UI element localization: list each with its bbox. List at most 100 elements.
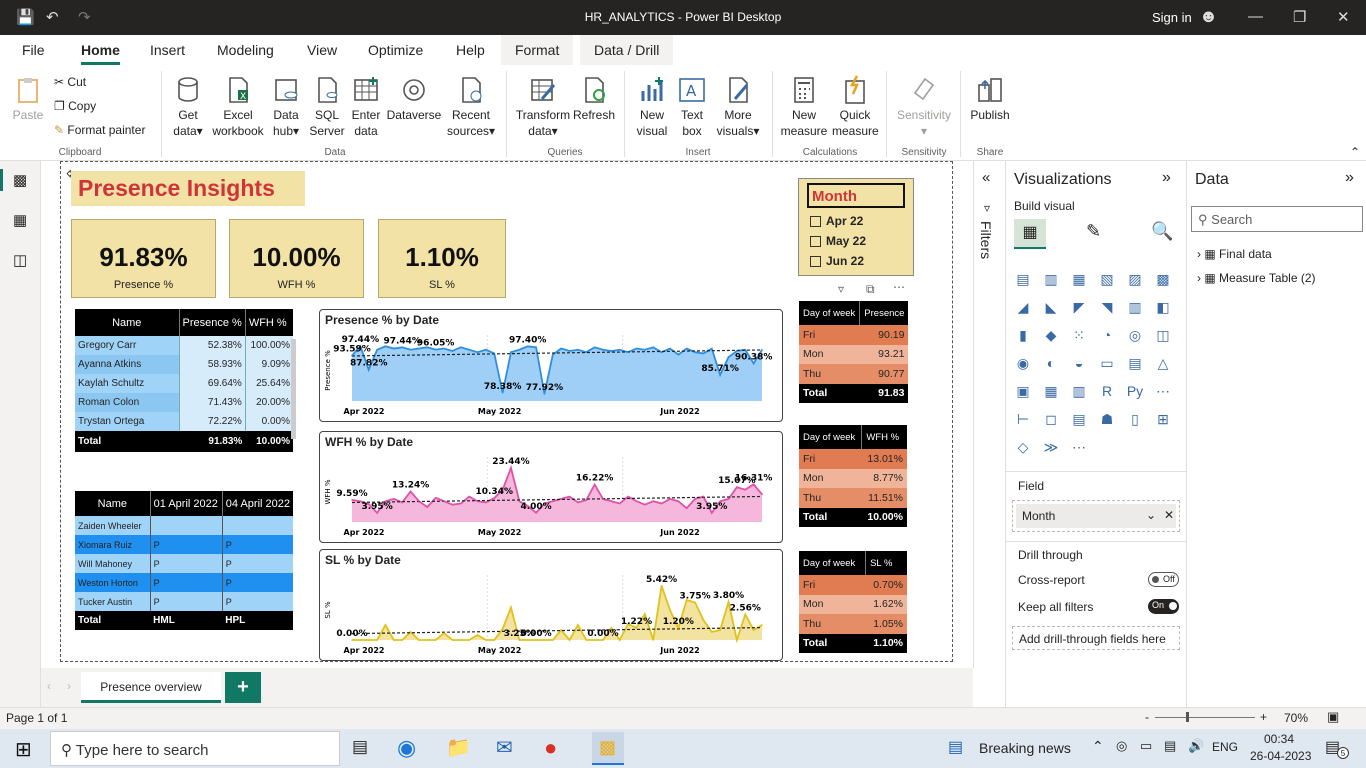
visual-type-icon[interactable]: Py [1126,383,1144,399]
recent-sources-button[interactable]: Recent sources▾ [444,75,498,139]
visual-type-icon[interactable]: ◎ [1126,327,1144,343]
slicer-item-may[interactable]: May 22 [810,234,866,248]
table-row[interactable]: Thu 1.05% [799,614,907,634]
filter-icon[interactable]: ▿ [838,282,844,296]
table-row[interactable]: Trystan Ortega 72.22% 0.00% [75,412,293,431]
news-label[interactable]: Breaking news [979,740,1071,756]
analytics-tab-icon[interactable]: 🔍 [1151,221,1173,242]
visual-type-icon[interactable]: ◆ [1042,327,1060,343]
table-row[interactable]: Fri 0.70% [799,575,907,595]
table-row[interactable]: Xiomara Ruiz P P [75,535,293,554]
prev-page-icon[interactable]: ‹ [47,679,51,693]
visual-type-icon[interactable]: ≫ [1042,439,1060,455]
visual-type-icon[interactable]: ▭ [1098,355,1116,371]
build-visual-tab-icon[interactable]: ▦ [1014,219,1046,249]
table-row[interactable]: Thu 11.51% [799,488,907,508]
keep-filters-toggle[interactable]: On [1148,599,1179,614]
visual-type-icon[interactable]: ◉ [1014,355,1032,371]
visual-type-icon[interactable]: ▦ [1042,383,1060,399]
visual-type-icon[interactable]: ▯ [1126,411,1144,427]
restore-icon[interactable]: ❐ [1293,8,1306,26]
menu-help[interactable]: Help [456,42,485,58]
table-row[interactable]: Ayanna Atkins 58.93% 9.09% [75,355,293,374]
transform-data-button[interactable]: Transform data▾ [514,75,572,139]
col-header[interactable]: WFH % [861,425,907,449]
visual-type-icon[interactable]: ☗ [1098,411,1116,427]
zoom-in-icon[interactable]: + [1260,710,1267,724]
visual-type-icon[interactable]: ▥ [1126,299,1144,315]
visual-type-icon[interactable]: ◧ [1154,299,1172,315]
visual-type-icon[interactable]: ◔ [1098,327,1116,343]
visual-type-icon[interactable]: ▧ [1098,271,1116,287]
expand-filters-icon[interactable]: « [982,169,990,186]
zoom-slider[interactable] [1155,717,1255,718]
volume-icon[interactable]: 🔊 [1188,738,1204,754]
employee-table[interactable]: Name Presence % WFH % Gregory Carr 52.38%… [75,309,297,459]
more-visuals-button[interactable]: More visuals▾ [712,75,764,139]
data-item-measure-table[interactable]: › ▦ Measure Table (2) [1197,271,1316,285]
menu-file[interactable]: File [22,42,45,58]
news-icon[interactable]: ▤ [948,737,963,757]
wfh-dow-table[interactable]: Day of week WFH % Fri 13.01% Mon 8.77% Thu 11.5… [799,425,911,527]
tray-chevron-icon[interactable]: ⌃ [1092,738,1104,755]
new-visual-button[interactable]: New visual [632,75,672,139]
collapse-ribbon-icon[interactable]: ⌃ [1350,145,1360,159]
menu-home[interactable]: Home [81,42,120,65]
quick-measure-button[interactable]: Quick measure [832,75,879,139]
visual-type-icon[interactable]: ◤ [1070,299,1088,315]
visual-type-icon[interactable]: ⊢ [1014,411,1032,427]
field-chip[interactable]: Month ⌄ ✕ [1016,504,1176,528]
copy-button[interactable]: ❐ Copy [54,99,96,113]
text-box-button[interactable]: A Text box [674,75,710,139]
presence-dow-table[interactable]: Day of week Presence Fri 90.19 Mon 93.21 Thu 90… [799,301,911,403]
col-header[interactable]: Name [75,309,179,336]
minimize-icon[interactable]: — [1248,8,1263,25]
month-slicer[interactable]: Month Apr 22 May 22 Jun 22 [798,178,914,276]
visual-type-icon[interactable]: ▦ [1070,271,1088,287]
powerbi-taskbar-button[interactable]: ▩ [592,732,624,765]
chrome-icon[interactable]: ● [544,735,557,761]
col-header[interactable]: Presence [859,301,909,325]
account-icon[interactable]: ☻ [1199,6,1218,27]
file-explorer-icon[interactable]: 📁 [446,735,471,760]
page-tab-presence-overview[interactable]: Presence overview [81,672,221,703]
language-indicator[interactable]: ENG [1212,740,1238,754]
remove-field-icon[interactable]: ✕ [1164,508,1174,522]
visual-type-icon[interactable]: ◇ [1014,439,1032,455]
kpi-card-sl[interactable]: 1.10% SL % [378,219,506,298]
sl-dow-table[interactable]: Day of week SL % Fri 0.70% Mon 1.62% Thu 1.05% T… [799,551,911,653]
table-row[interactable]: Mon 93.21 [799,344,909,364]
visual-type-icon[interactable]: ⁙ [1070,327,1088,343]
focus-mode-icon[interactable]: ⧉ [866,282,875,297]
visual-type-icon[interactable]: R [1098,383,1116,399]
clock-time[interactable]: 00:34 [1264,732,1294,746]
sensitivity-button[interactable]: Sensitivity ▾ [894,75,954,139]
data-hub-button[interactable]: Data hub▾ [268,75,304,139]
visual-type-icon[interactable]: ▨ [1126,271,1144,287]
chevron-down-icon[interactable]: ⌄ [1146,508,1156,522]
more-options-icon[interactable]: ⋯ [893,280,905,294]
data-search-input[interactable]: ⚲ Search [1191,206,1363,232]
paste-button[interactable]: Paste [10,75,46,123]
visual-type-icon[interactable]: ◒ [1070,355,1088,371]
visual-type-icon[interactable]: ◥ [1098,299,1116,315]
zoom-thumb[interactable] [1186,712,1189,722]
col-header[interactable]: 04 April 2022 [221,491,293,516]
visual-type-icon[interactable]: ▥ [1070,383,1088,399]
visual-type-icon[interactable]: ⋯ [1070,439,1088,455]
table-row[interactable]: Fri 90.19 [799,325,909,345]
col-header[interactable]: Presence % [178,309,246,336]
table-row[interactable]: Fri 13.01% [799,449,907,469]
col-header[interactable]: 01 April 2022 [149,491,223,516]
kpi-card-presence[interactable]: 91.83% Presence % [71,219,216,298]
visual-type-icon[interactable]: ▩ [1154,271,1172,287]
visual-type-icon[interactable]: ⊞ [1154,411,1172,427]
sql-server-button[interactable]: SQL Server [308,75,346,139]
get-data-button[interactable]: Get data▾ [168,75,208,139]
refresh-button[interactable]: Refresh [572,75,616,123]
slicer-item-apr[interactable]: Apr 22 [810,214,863,228]
dataverse-button[interactable]: Dataverse [386,75,442,123]
table-row[interactable]: Weston Horton P P [75,573,293,592]
new-measure-button[interactable]: New measure [780,75,828,139]
next-page-icon[interactable]: › [67,679,71,693]
